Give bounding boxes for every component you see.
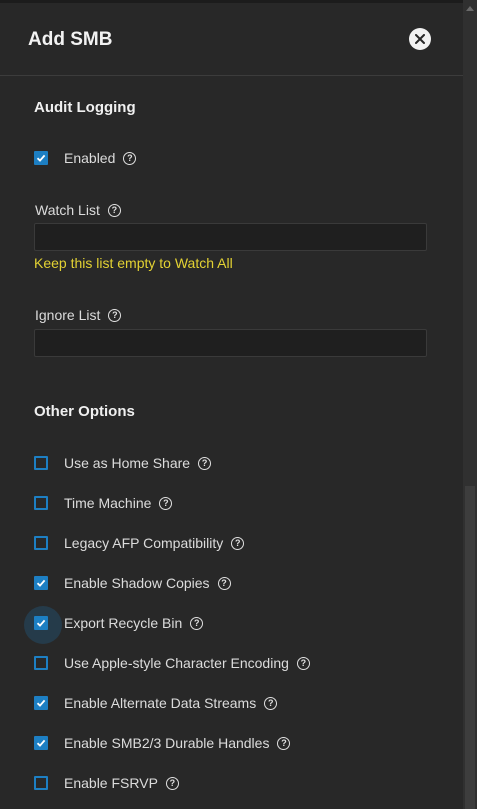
- option-use-as-home-share: Use as Home Share ?: [34, 453, 212, 473]
- time-machine-checkbox[interactable]: [34, 496, 48, 510]
- apple-encoding-checkbox[interactable]: [34, 656, 48, 670]
- help-icon[interactable]: ?: [165, 776, 179, 790]
- check-icon: [36, 579, 46, 587]
- scroll-up-arrow-icon[interactable]: [466, 6, 474, 11]
- scrollbar[interactable]: [463, 0, 477, 809]
- option-label: Enable SMB2/3 Durable Handles: [64, 735, 270, 751]
- section-title-audit-logging: Audit Logging: [34, 99, 136, 116]
- ignore-list-label: Ignore List: [35, 307, 101, 323]
- durable-handles-checkbox[interactable]: [34, 736, 48, 750]
- help-icon[interactable]: ?: [296, 656, 310, 670]
- export-recycle-bin-checkbox[interactable]: [24, 606, 62, 644]
- enabled-row: Enabled ?: [34, 148, 137, 168]
- help-icon[interactable]: ?: [277, 736, 291, 750]
- watch-list-label-row: Watch List ?: [35, 202, 121, 218]
- option-apple-encoding: Use Apple-style Character Encoding ?: [34, 653, 310, 673]
- legacy-afp-checkbox[interactable]: [34, 536, 48, 550]
- watch-list-label: Watch List: [35, 202, 100, 218]
- option-fsrvp: Enable FSRVP ?: [34, 773, 179, 793]
- option-label: Enable Alternate Data Streams: [64, 695, 257, 711]
- option-label: Time Machine: [64, 495, 152, 511]
- check-icon: [36, 699, 46, 707]
- option-legacy-afp: Legacy AFP Compatibility ?: [34, 533, 245, 553]
- close-icon: [415, 34, 425, 44]
- help-icon[interactable]: ?: [123, 151, 137, 165]
- option-time-machine: Time Machine ?: [34, 493, 173, 513]
- help-icon[interactable]: ?: [159, 496, 173, 510]
- watch-list-hint: Keep this list empty to Watch All: [34, 255, 233, 271]
- section-title-other-options: Other Options: [34, 403, 135, 420]
- enabled-label: Enabled: [64, 150, 116, 166]
- help-icon[interactable]: ?: [190, 616, 204, 630]
- help-icon[interactable]: ?: [198, 456, 212, 470]
- option-label: Enable Shadow Copies: [64, 575, 210, 591]
- option-label: Use Apple-style Character Encoding: [64, 655, 289, 671]
- check-icon: [36, 619, 46, 627]
- option-label: Legacy AFP Compatibility: [64, 535, 224, 551]
- help-icon[interactable]: ?: [231, 536, 245, 550]
- dialog-title: Add SMB: [28, 29, 113, 50]
- option-alternate-data-streams: Enable Alternate Data Streams ?: [34, 693, 278, 713]
- option-label: Enable FSRVP: [64, 775, 158, 791]
- ignore-list-label-row: Ignore List ?: [35, 307, 122, 323]
- use-as-home-share-checkbox[interactable]: [34, 456, 48, 470]
- option-label: Export Recycle Bin: [64, 615, 183, 631]
- option-shadow-copies: Enable Shadow Copies ?: [34, 573, 231, 593]
- option-export-recycle-bin: Export Recycle Bin ?: [24, 606, 204, 644]
- help-icon[interactable]: ?: [108, 308, 122, 322]
- close-button[interactable]: [409, 28, 431, 50]
- watch-list-input[interactable]: [34, 223, 427, 251]
- help-icon[interactable]: ?: [107, 203, 121, 217]
- check-icon: [36, 739, 46, 747]
- option-durable-handles: Enable SMB2/3 Durable Handles ?: [34, 733, 291, 753]
- check-icon: [36, 154, 46, 162]
- shadow-copies-checkbox[interactable]: [34, 576, 48, 590]
- ignore-list-input[interactable]: [34, 329, 427, 357]
- dialog-header: Add SMB: [0, 3, 463, 76]
- scroll-thumb[interactable]: [465, 486, 475, 809]
- alternate-data-streams-checkbox[interactable]: [34, 696, 48, 710]
- fsrvp-checkbox[interactable]: [34, 776, 48, 790]
- enabled-checkbox[interactable]: [34, 151, 48, 165]
- option-label: Use as Home Share: [64, 455, 191, 471]
- help-icon[interactable]: ?: [217, 576, 231, 590]
- help-icon[interactable]: ?: [264, 696, 278, 710]
